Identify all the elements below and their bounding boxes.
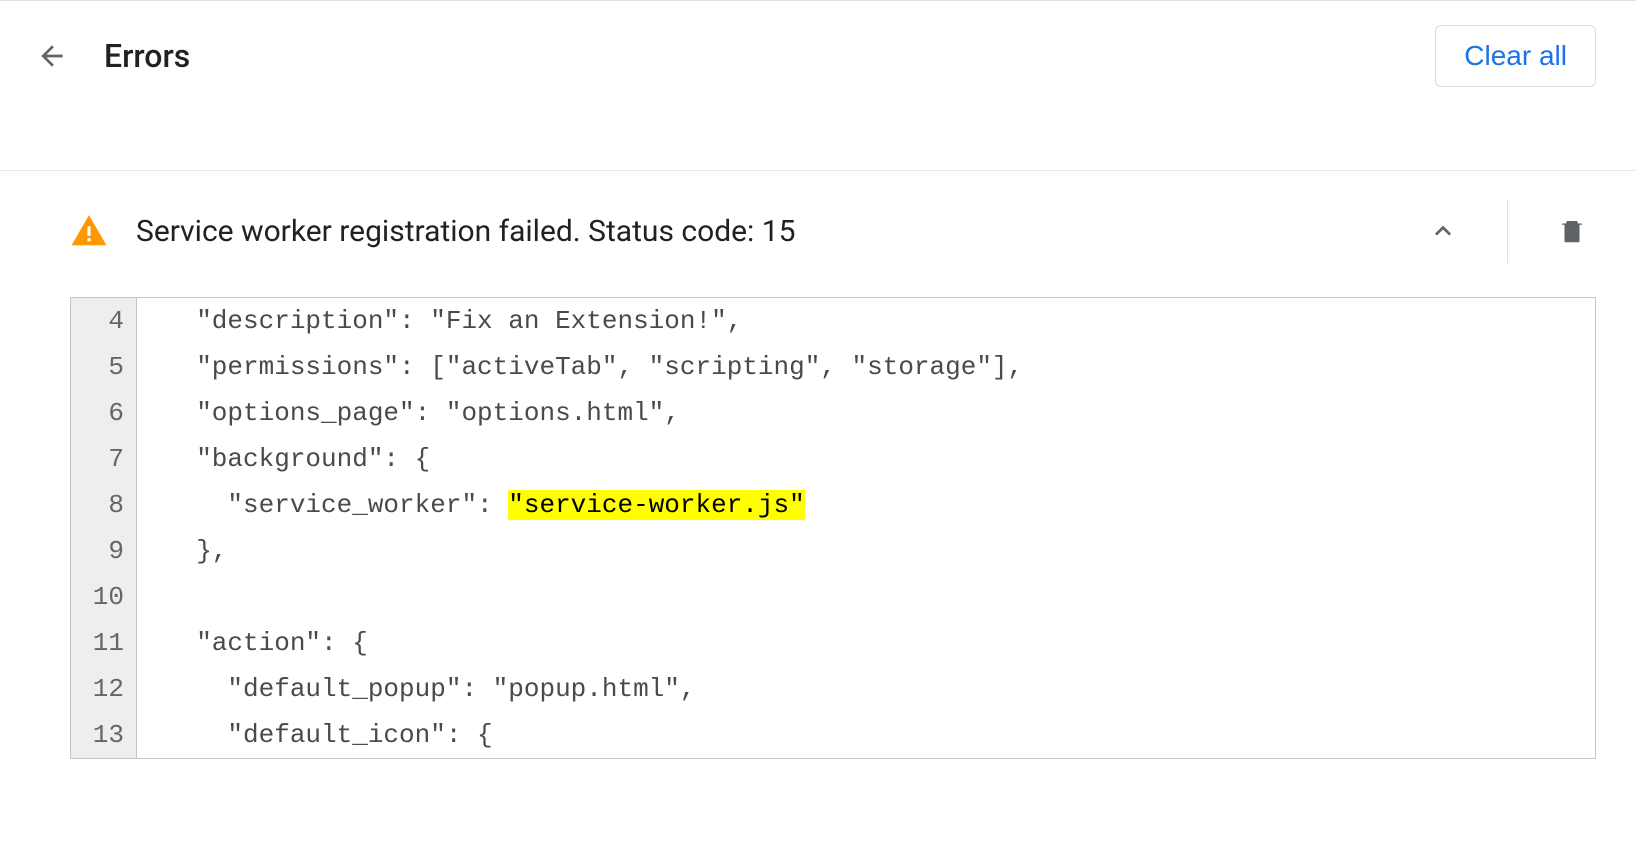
- line-number: 9: [71, 528, 137, 574]
- back-button[interactable]: [28, 32, 76, 80]
- page-title: Errors: [104, 37, 1407, 75]
- code-line: "default_popup": "popup.html",: [137, 666, 1595, 712]
- warning-icon: [70, 212, 108, 250]
- delete-error-button[interactable]: [1548, 207, 1596, 255]
- line-number: 8: [71, 482, 137, 528]
- line-number: 13: [71, 712, 137, 758]
- code-row: 11 "action": {: [71, 620, 1595, 666]
- code-text: },: [165, 536, 227, 566]
- code-line: "action": {: [137, 620, 1595, 666]
- header-spacer: [0, 111, 1636, 171]
- code-row: 12 "default_popup": "popup.html",: [71, 666, 1595, 712]
- code-line: "description": "Fix an Extension!",: [137, 298, 1595, 344]
- code-row: 4 "description": "Fix an Extension!",: [71, 298, 1595, 344]
- collapse-button[interactable]: [1419, 207, 1467, 255]
- line-number: 11: [71, 620, 137, 666]
- line-number: 10: [71, 574, 137, 620]
- error-actions: [1419, 199, 1596, 263]
- trash-icon: [1557, 216, 1587, 246]
- code-row: 9 },: [71, 528, 1595, 574]
- line-number: 6: [71, 390, 137, 436]
- line-number: 5: [71, 344, 137, 390]
- code-text: "default_icon": {: [165, 720, 493, 750]
- code-line: "permissions": ["activeTab", "scripting"…: [137, 344, 1595, 390]
- code-line: [137, 574, 1595, 620]
- code-line: "default_icon": {: [137, 712, 1595, 758]
- code-text: "options_page": "options.html",: [165, 398, 680, 428]
- code-line: },: [137, 528, 1595, 574]
- code-highlight: "service-worker.js": [508, 490, 804, 520]
- code-line: "options_page": "options.html",: [137, 390, 1595, 436]
- error-message: Service worker registration failed. Stat…: [136, 214, 1419, 249]
- code-row: 8 "service_worker": "service-worker.js": [71, 482, 1595, 528]
- arrow-left-icon: [36, 40, 68, 72]
- code-line: "background": {: [137, 436, 1595, 482]
- code-row: 5 "permissions": ["activeTab", "scriptin…: [71, 344, 1595, 390]
- line-number: 4: [71, 298, 137, 344]
- chevron-up-icon: [1427, 215, 1459, 247]
- code-row: 7 "background": {: [71, 436, 1595, 482]
- code-text: "background": {: [165, 444, 430, 474]
- code-row: 10: [71, 574, 1595, 620]
- code-line: "service_worker": "service-worker.js": [137, 482, 1595, 528]
- code-snippet: 4 "description": "Fix an Extension!",5 "…: [70, 297, 1596, 759]
- line-number: 12: [71, 666, 137, 712]
- line-number: 7: [71, 436, 137, 482]
- code-text: "description": "Fix an Extension!",: [165, 306, 742, 336]
- page-header: Errors Clear all: [0, 1, 1636, 111]
- code-text: "permissions": ["activeTab", "scripting"…: [165, 352, 1023, 382]
- clear-all-button[interactable]: Clear all: [1435, 25, 1596, 87]
- error-item: Service worker registration failed. Stat…: [0, 171, 1636, 759]
- code-text: "action": {: [165, 628, 368, 658]
- action-separator: [1507, 199, 1508, 263]
- code-row: 6 "options_page": "options.html",: [71, 390, 1595, 436]
- code-text: "default_popup": "popup.html",: [165, 674, 696, 704]
- error-header[interactable]: Service worker registration failed. Stat…: [70, 171, 1596, 283]
- code-row: 13 "default_icon": {: [71, 712, 1595, 758]
- code-text: "service_worker":: [165, 490, 508, 520]
